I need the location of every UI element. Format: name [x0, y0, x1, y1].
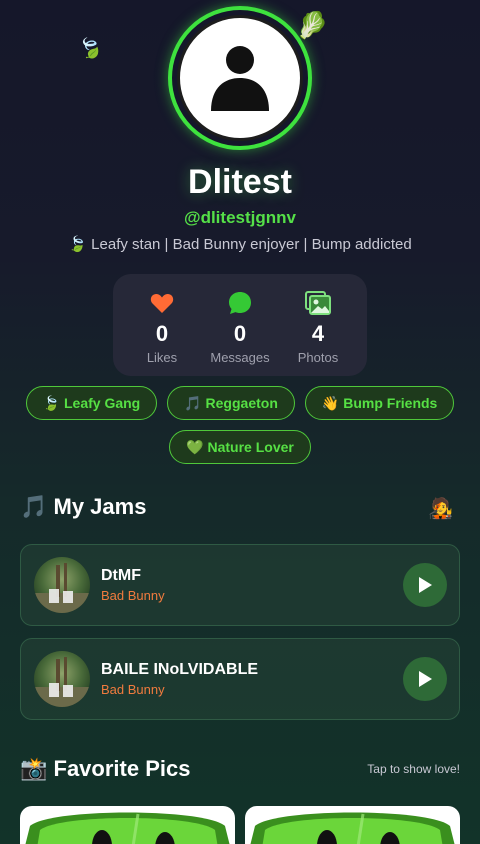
- avatar-placeholder: [177, 15, 303, 141]
- play-icon: [419, 577, 432, 593]
- song-artist: Bad Bunny: [101, 682, 165, 697]
- chat-bubble-icon: [229, 292, 251, 314]
- song-card[interactable]: DtMF Bad Bunny: [20, 544, 460, 626]
- album-art-icon: [34, 657, 90, 707]
- leafy-character-icon: [250, 812, 455, 844]
- play-button[interactable]: [403, 657, 447, 701]
- stat-likes[interactable]: 0 Likes: [125, 290, 199, 376]
- user-silhouette-icon: [211, 46, 269, 111]
- photos-icon: [305, 291, 331, 315]
- favorite-pic-tile[interactable]: [245, 806, 460, 844]
- pics-hint: Tap to show love!: [367, 762, 460, 776]
- interest-tags: 🍃 Leafy Gang 🎵 Reggaeton 👋 Bump Friends …: [0, 386, 480, 474]
- messages-label: Messages: [210, 350, 270, 365]
- likes-label: Likes: [146, 350, 178, 365]
- profile-name: Dlitest: [188, 163, 292, 201]
- heart-icon: [150, 293, 174, 313]
- profile-handle: @dlitestjgnnv: [184, 208, 296, 227]
- song-title: DtMF: [101, 567, 141, 584]
- tag-bump-friends[interactable]: 👋 Bump Friends: [304, 386, 455, 420]
- album-art-icon: [34, 563, 90, 613]
- leafy-character-icon: [25, 812, 230, 844]
- messages-count: 0: [233, 321, 247, 346]
- leafy-mascot-icon: 🧑‍🎤: [428, 498, 453, 520]
- stat-photos[interactable]: 4 Photos: [281, 290, 355, 376]
- album-cover: [34, 651, 90, 707]
- stats-card: 0 Likes 0 Messages 4 Photos: [113, 274, 367, 376]
- song-artist: Bad Bunny: [101, 588, 165, 603]
- tag-nature-lover[interactable]: 💚 Nature Lover: [169, 430, 311, 464]
- leaf-decoration-icon: 🍃: [75, 34, 107, 64]
- likes-count: 0: [155, 321, 169, 346]
- favorite-pic-tile[interactable]: [20, 806, 235, 844]
- avatar[interactable]: [168, 6, 312, 150]
- song-title: BAILE INoLVIDABLE: [101, 661, 259, 678]
- favorite-pics-title: 📸 Favorite Pics: [20, 756, 191, 781]
- album-cover: [34, 557, 90, 613]
- song-card[interactable]: BAILE INoLVIDABLE Bad Bunny: [20, 638, 460, 720]
- profile-bio: 🍃 Leafy stan | Bad Bunny enjoyer | Bump …: [68, 236, 412, 253]
- tag-leafy-gang[interactable]: 🍃 Leafy Gang: [25, 386, 158, 420]
- photos-count: 4: [311, 321, 325, 346]
- play-button[interactable]: [403, 563, 447, 607]
- play-icon: [419, 671, 432, 687]
- tag-reggaeton[interactable]: 🎵 Reggaeton: [167, 386, 295, 420]
- my-jams-title: 🎵 My Jams: [20, 494, 147, 519]
- stat-messages[interactable]: 0 Messages: [203, 290, 277, 376]
- leafy-sticker-icon: 🥬: [296, 10, 329, 40]
- photos-label: Photos: [297, 350, 339, 365]
